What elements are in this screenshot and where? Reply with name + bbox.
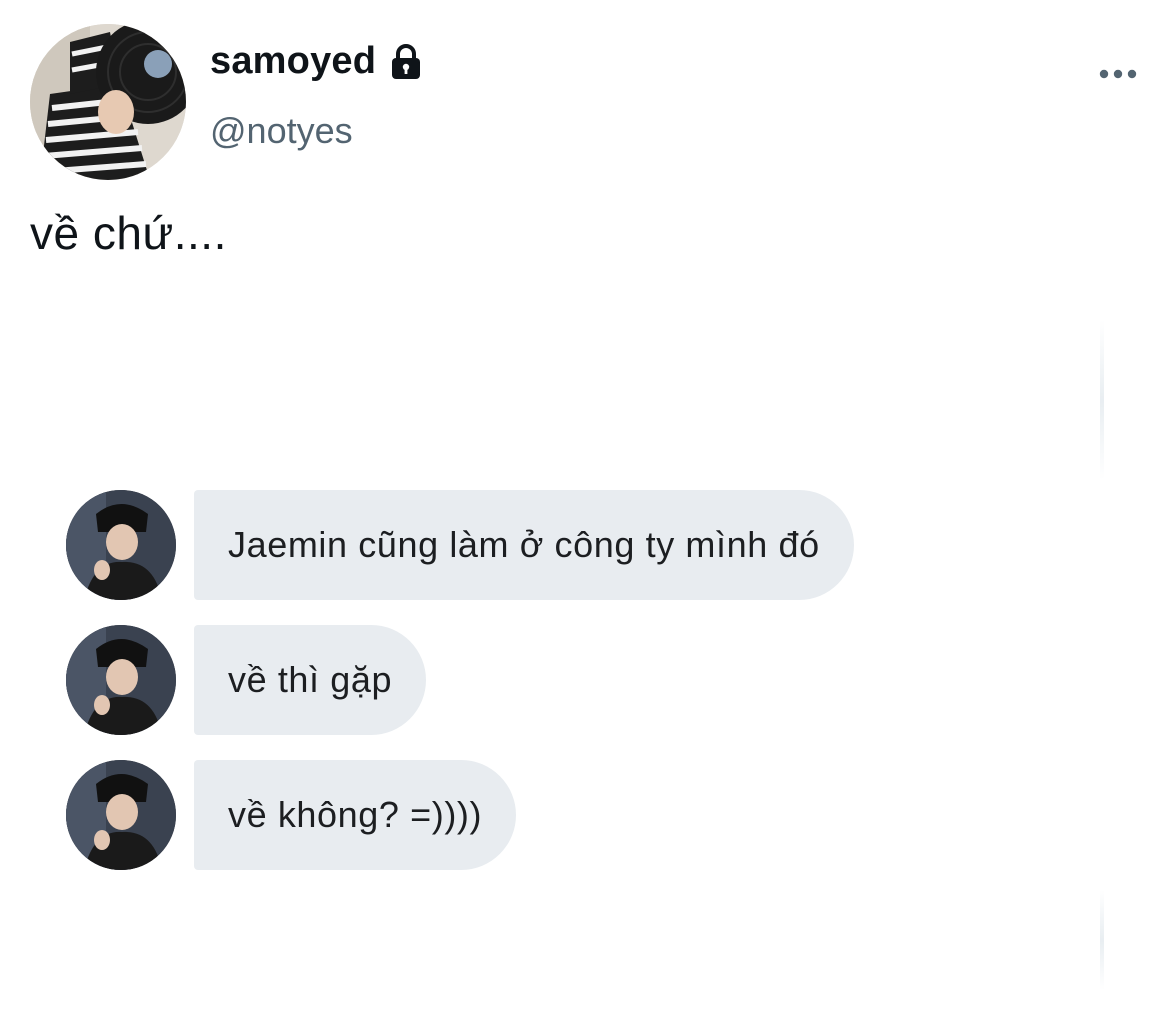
profile-avatar[interactable] [30,24,186,180]
more-horizontal-icon [1099,69,1137,79]
sender-avatar [66,760,176,870]
tweet-header: samoyed @notyes [30,24,1140,184]
user-handle[interactable]: @notyes [210,110,353,152]
media-edge [1100,320,1104,480]
sender-avatar [66,490,176,600]
message-bubble: Jaemin cũng làm ở công ty mình đó [194,490,854,600]
tweet-media[interactable]: Jaemin cũng làm ở công ty mình đó về thì… [0,300,1170,1021]
display-name[interactable]: samoyed [210,40,376,83]
tweet-text: về chứ.... [30,207,227,259]
more-options-button[interactable] [1096,60,1140,88]
message-bubble: về không? =)))) [194,760,517,870]
message-bubble: về thì gặp [194,625,427,735]
sender-avatar [66,625,176,735]
avatar-image [30,24,186,180]
media-edge [1100,890,1104,990]
display-name-row: samoyed [210,40,426,83]
lock-icon [386,42,426,82]
